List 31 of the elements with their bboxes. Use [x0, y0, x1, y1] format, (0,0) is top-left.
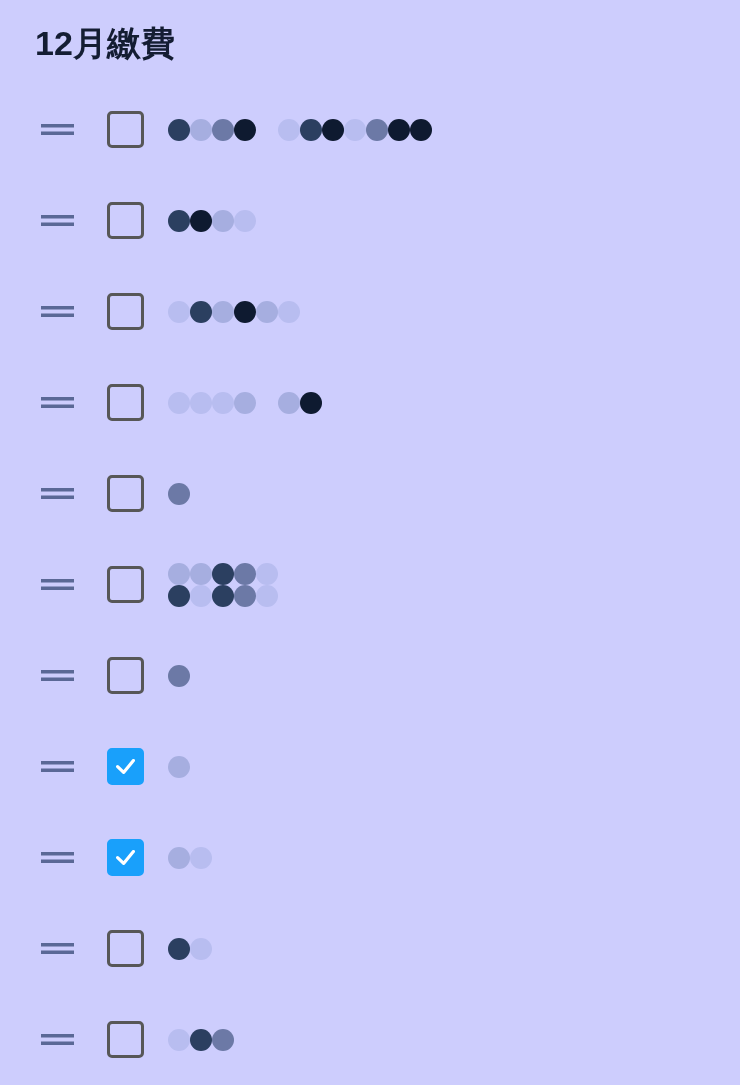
- redacted-text-drawing: [168, 937, 212, 960]
- drag-handle-icon[interactable]: [41, 306, 74, 317]
- drag-handle-icon[interactable]: [41, 670, 74, 681]
- checkbox[interactable]: [107, 839, 144, 876]
- drag-handle-icon[interactable]: [41, 579, 74, 590]
- drag-handle-icon[interactable]: [41, 488, 74, 499]
- checkbox[interactable]: [107, 748, 144, 785]
- redacted-text-drawing: [168, 1028, 234, 1051]
- drag-handle-icon[interactable]: [41, 852, 74, 863]
- checkbox[interactable]: [107, 1021, 144, 1058]
- redacted-text-drawing: [168, 664, 190, 687]
- redacted-text-drawing: [168, 482, 190, 505]
- drag-handle-icon[interactable]: [41, 215, 74, 226]
- redacted-text-drawing: [168, 846, 212, 869]
- checkbox[interactable]: [107, 930, 144, 967]
- redacted-text-drawing: [168, 755, 190, 778]
- list-title: 12月繳費: [35, 23, 176, 64]
- checkmark-icon: [116, 759, 135, 774]
- drag-handle-icon[interactable]: [41, 397, 74, 408]
- drag-handle-icon[interactable]: [41, 124, 74, 135]
- drag-handle-icon[interactable]: [41, 761, 74, 772]
- checkbox[interactable]: [107, 475, 144, 512]
- checkbox[interactable]: [107, 111, 144, 148]
- checkbox[interactable]: [107, 384, 144, 421]
- checkmark-icon: [116, 850, 135, 865]
- checkbox[interactable]: [107, 657, 144, 694]
- drag-handle-icon[interactable]: [41, 1034, 74, 1045]
- drag-handle-icon[interactable]: [41, 943, 74, 954]
- checkbox[interactable]: [107, 293, 144, 330]
- checkbox[interactable]: [107, 202, 144, 239]
- checkbox[interactable]: [107, 566, 144, 603]
